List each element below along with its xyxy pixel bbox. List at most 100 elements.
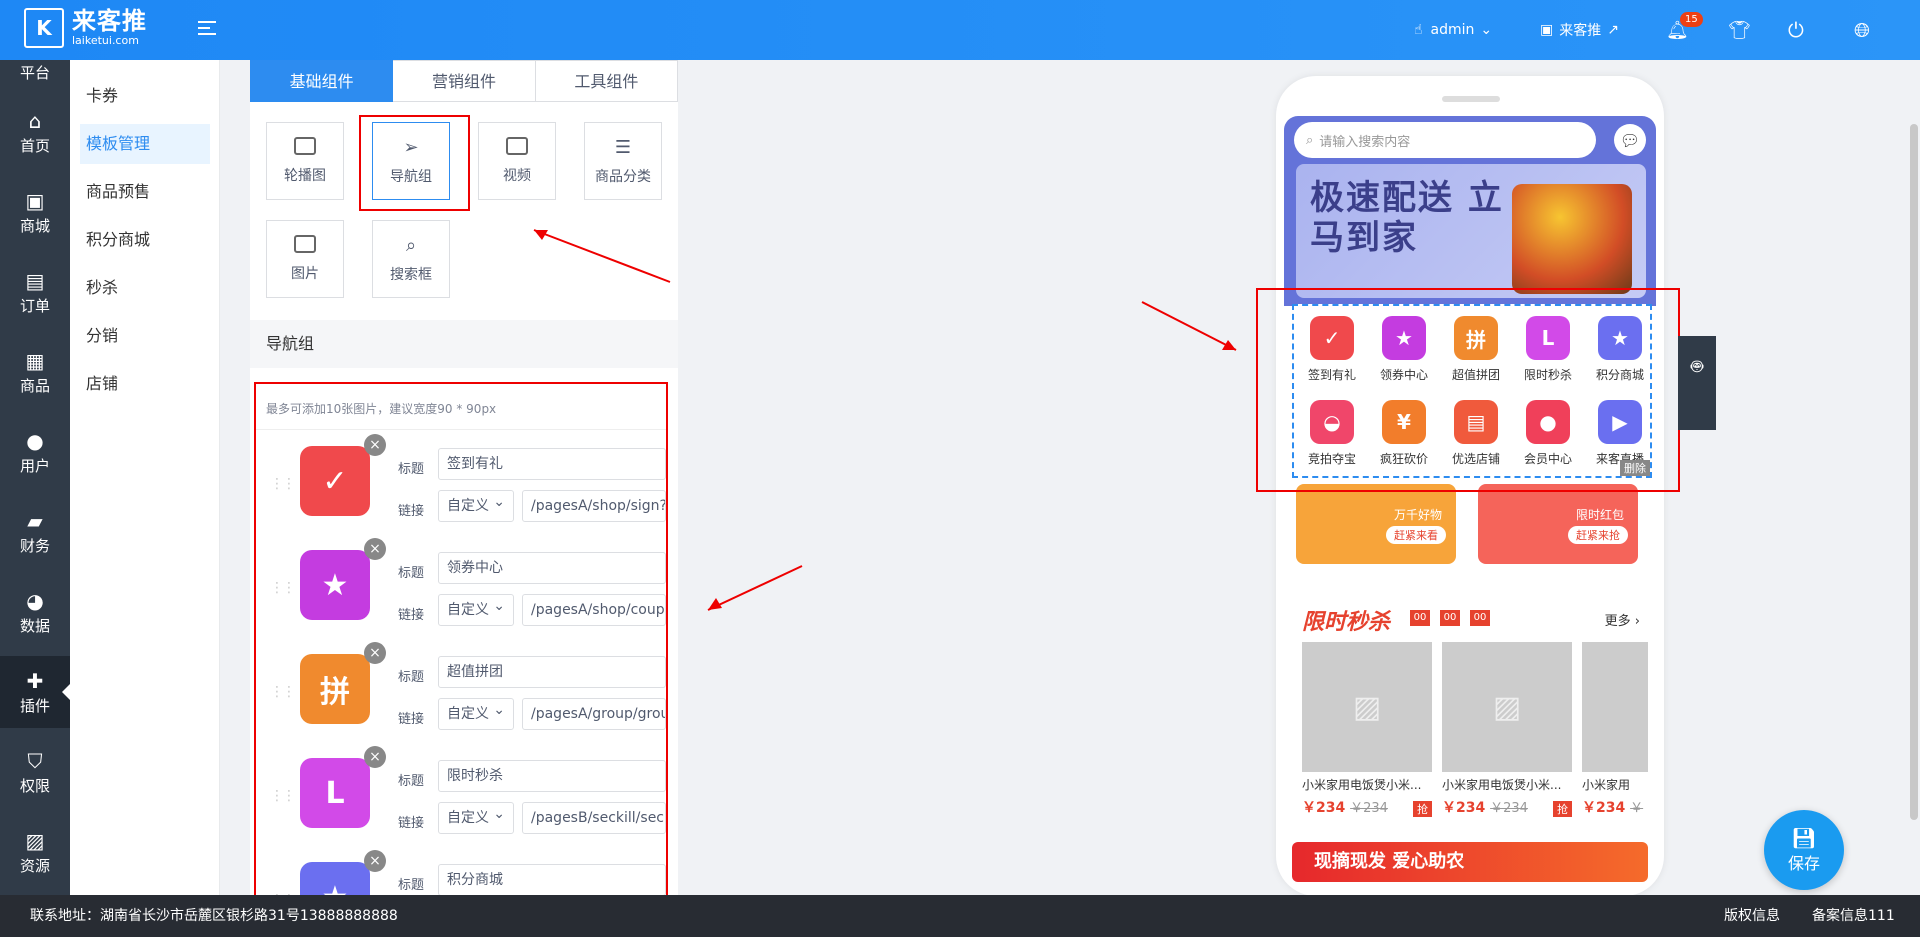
- link-input[interactable]: /pagesA/group/group: [522, 698, 666, 730]
- product-image-placeholder-icon: ▨: [1302, 642, 1432, 772]
- promo-card-redpacket[interactable]: 限时红包 赶紧来抢: [1478, 484, 1638, 564]
- timer-seconds: 00: [1470, 610, 1490, 626]
- save-label: 保存: [1787, 854, 1820, 873]
- footer-icp-link[interactable]: 备案信息111: [1812, 895, 1895, 937]
- sidebar-item-data[interactable]: ◕ 数据: [0, 576, 70, 648]
- submenu-item-seckill[interactable]: 秒杀: [80, 268, 210, 308]
- store-link[interactable]: ▣ 来客推 ↗: [1540, 0, 1619, 60]
- component-carousel[interactable]: 轮播图: [266, 122, 344, 200]
- promo-button[interactable]: 赶紧来看: [1386, 526, 1446, 544]
- title-input[interactable]: 签到有礼: [438, 448, 666, 480]
- title-input[interactable]: 积分商城: [438, 864, 666, 895]
- android-icon[interactable]: 🤖︎: [1691, 353, 1703, 381]
- product-card[interactable]: ▨ 小米家用电饭煲小米... ￥234 ￥234 抢: [1302, 642, 1432, 817]
- video-icon: [506, 137, 528, 155]
- sidebar-item-plugin[interactable]: ✚ 插件: [0, 656, 70, 728]
- component-image[interactable]: 图片: [266, 220, 344, 298]
- sidebar-item-finance[interactable]: ▰ 财务: [0, 496, 70, 568]
- nav-item-row: ⋮⋮✓× 标题签到有礼链接自定义/pagesA/shop/sign?r: [256, 434, 666, 538]
- promo-card-goods[interactable]: 万千好物 赶紧来看: [1296, 484, 1456, 564]
- language-button[interactable]: 🌐︎: [1854, 0, 1870, 60]
- submenu-item-presale[interactable]: 商品预售: [80, 172, 210, 212]
- submenu-item-store[interactable]: 店铺: [80, 364, 210, 404]
- nav-item-image[interactable]: ★: [300, 550, 370, 620]
- sidebar-item-mall[interactable]: ▣ 商城: [0, 176, 70, 248]
- drag-handle-icon[interactable]: ⋮⋮: [270, 580, 296, 596]
- link-type-select[interactable]: 自定义: [438, 591, 514, 626]
- sidebar-item-permission[interactable]: ⛉ 权限: [0, 736, 70, 808]
- buy-button[interactable]: 抢: [1413, 801, 1432, 817]
- product-price: ￥234: [1582, 800, 1626, 816]
- chat-icon[interactable]: 💬︎: [1614, 124, 1646, 156]
- drag-handle-icon[interactable]: ⋮⋮: [270, 476, 296, 492]
- title-input[interactable]: 超值拼团: [438, 656, 666, 688]
- product-price: ￥234: [1442, 800, 1486, 816]
- close-icon[interactable]: ×: [364, 850, 386, 872]
- logo[interactable]: K 来客推 laiketui.com: [24, 8, 147, 48]
- theme-button[interactable]: 👕︎: [1728, 0, 1751, 60]
- sidebar-item-user[interactable]: ● 用户: [0, 416, 70, 488]
- submenu-item-distribution[interactable]: 分销: [80, 316, 210, 356]
- component-video[interactable]: 视频: [478, 122, 556, 200]
- close-icon[interactable]: ×: [364, 434, 386, 456]
- menu-toggle-icon[interactable]: [198, 16, 220, 40]
- link-type-select[interactable]: 自定义: [438, 487, 514, 522]
- sidebar-item-goods[interactable]: ▦ 商品: [0, 336, 70, 408]
- logout-button[interactable]: ⏻: [1788, 0, 1804, 60]
- sidebar-item-label: 数据: [19, 616, 50, 635]
- link-input[interactable]: /pagesB/seckill/secki: [522, 802, 666, 834]
- notification-badge: 15: [1680, 12, 1703, 27]
- bottom-banner[interactable]: 现摘现发 爱心助农: [1292, 842, 1648, 882]
- drag-handle-icon[interactable]: ⋮⋮: [270, 788, 296, 804]
- timer-hours: 00: [1410, 610, 1430, 626]
- buy-button[interactable]: 抢: [1553, 801, 1572, 817]
- preview-banner[interactable]: 极速配送 立马到家: [1296, 164, 1646, 298]
- title-input[interactable]: 领券中心: [438, 552, 666, 584]
- component-label: 视频: [503, 168, 531, 184]
- save-button[interactable]: 💾︎ 保存: [1764, 810, 1844, 890]
- promo-button[interactable]: 赶紧来抢: [1568, 526, 1628, 544]
- seckill-more-link[interactable]: 更多 ›: [1605, 610, 1640, 629]
- power-icon: ⏻: [1788, 18, 1804, 42]
- notification-button[interactable]: 🔔︎ 15: [1666, 0, 1703, 60]
- sidebar-item-resource[interactable]: ▨ 资源: [0, 816, 70, 888]
- sidebar-item-label: 财务: [19, 536, 50, 555]
- tab-basic[interactable]: 基础组件: [250, 60, 394, 102]
- preview-search-input[interactable]: ⌕ 请输入搜索内容: [1294, 122, 1596, 158]
- nav-item-image[interactable]: 拼: [300, 654, 370, 724]
- sidebar-item-home[interactable]: ⌂ 首页: [0, 96, 70, 168]
- link-input[interactable]: /pagesA/shop/sign?r: [522, 490, 666, 522]
- submenu-item-coupon[interactable]: 卡券: [80, 76, 210, 116]
- component-category[interactable]: ☰ 商品分类: [584, 122, 662, 200]
- sidebar-item-label: 首页: [19, 136, 50, 155]
- link-type-select[interactable]: 自定义: [438, 695, 514, 730]
- tab-tools[interactable]: 工具组件: [535, 60, 678, 102]
- fruit-basket-image: [1512, 184, 1632, 294]
- close-icon[interactable]: ×: [364, 642, 386, 664]
- tab-marketing[interactable]: 营销组件: [393, 60, 536, 102]
- footer-copyright-link[interactable]: 版权信息: [1724, 895, 1780, 937]
- nav-item-image[interactable]: L: [300, 758, 370, 828]
- title-label: 标题: [398, 878, 425, 893]
- close-icon[interactable]: ×: [364, 538, 386, 560]
- component-search[interactable]: ⌕ 搜索框: [372, 220, 450, 298]
- external-link-icon: ↗: [1607, 22, 1619, 38]
- close-icon[interactable]: ×: [364, 746, 386, 768]
- product-card[interactable]: ▨ 小米家用电饭煲小米... ￥234 ￥234 抢: [1442, 642, 1572, 817]
- nav-item-row: ⋮⋮★×标题积分商城: [256, 850, 666, 895]
- user-menu[interactable]: ☝ admin ⌄: [1414, 0, 1492, 60]
- link-type-select[interactable]: 自定义: [438, 799, 514, 834]
- title-input[interactable]: 限时秒杀: [438, 760, 666, 792]
- nav-item-image[interactable]: ★: [300, 862, 370, 895]
- page-scrollbar[interactable]: [1910, 124, 1918, 820]
- submenu-item-points-mall[interactable]: 积分商城: [80, 220, 210, 260]
- link-input[interactable]: /pagesA/shop/coupo: [522, 594, 666, 626]
- nav-item-image[interactable]: ✓: [300, 446, 370, 516]
- sidebar-item-order[interactable]: ▤ 订单: [0, 256, 70, 328]
- link-label: 链接: [398, 712, 425, 727]
- product-card[interactable]: 小米家用 ￥234 ￥: [1582, 642, 1648, 817]
- submenu-item-template[interactable]: 模板管理: [80, 124, 210, 164]
- drag-handle-icon[interactable]: ⋮⋮: [270, 684, 296, 700]
- logo-mark: K: [24, 8, 64, 48]
- carousel-icon: [294, 137, 316, 155]
